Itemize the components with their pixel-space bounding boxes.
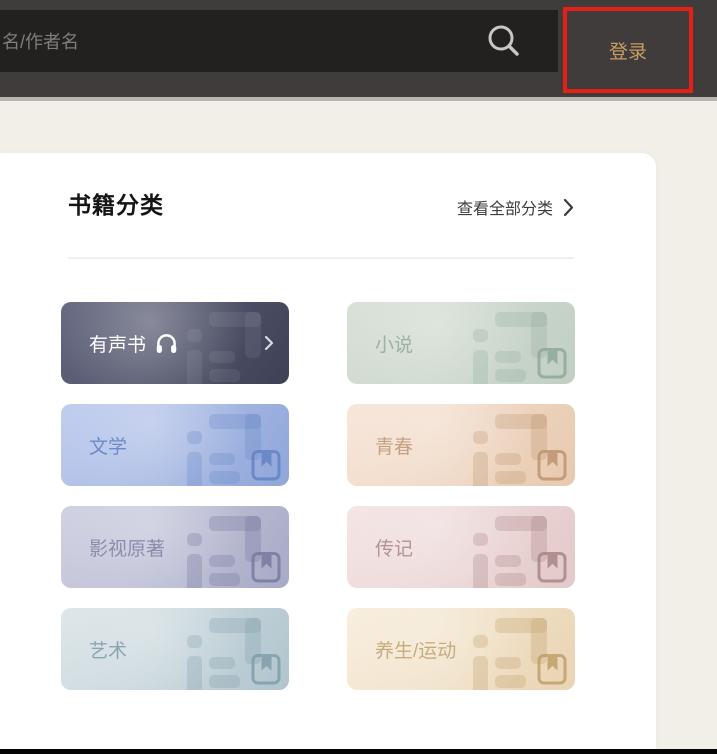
page: 名/作者名 登录 书籍分类 查看全部分类 有声书 小说文学 青春影视原著 传记艺术 养生… bbox=[0, 0, 717, 754]
category-card-film-tv-original[interactable]: 影视原著 bbox=[61, 506, 289, 588]
category-card-youth[interactable]: 青春 bbox=[347, 404, 575, 486]
ireader-logo-watermark bbox=[187, 312, 275, 384]
category-card-literature[interactable]: 文学 bbox=[61, 404, 289, 486]
category-label: 有声书 bbox=[89, 330, 146, 357]
category-card-art[interactable]: 艺术 bbox=[61, 608, 289, 690]
section-divider bbox=[68, 257, 574, 259]
category-card-audiobook[interactable]: 有声书 bbox=[61, 302, 289, 384]
book-corner-icon bbox=[251, 550, 281, 583]
search-placeholder-text: 名/作者名 bbox=[0, 28, 79, 54]
category-card-biography[interactable]: 传记 bbox=[347, 506, 575, 588]
category-card-health-sports[interactable]: 养生/运动 bbox=[347, 608, 575, 690]
chevron-right-icon bbox=[563, 198, 574, 217]
book-corner-icon bbox=[251, 448, 281, 481]
book-corner-icon bbox=[537, 448, 567, 481]
category-label: 传记 bbox=[375, 534, 413, 561]
category-label: 小说 bbox=[375, 330, 413, 357]
header-bar: 名/作者名 登录 bbox=[0, 0, 717, 97]
section-title: 书籍分类 bbox=[68, 186, 164, 220]
book-corner-icon bbox=[537, 346, 567, 379]
category-label: 青春 bbox=[375, 432, 413, 459]
search-icon[interactable] bbox=[486, 23, 522, 59]
category-label: 影视原著 bbox=[89, 534, 165, 561]
category-label: 艺术 bbox=[89, 636, 127, 663]
book-corner-icon bbox=[537, 550, 567, 583]
view-all-label: 查看全部分类 bbox=[457, 195, 553, 219]
category-grid: 有声书 小说文学 青春影视原著 传记艺术 养生/运动 bbox=[61, 302, 575, 690]
search-input[interactable]: 名/作者名 bbox=[0, 10, 558, 72]
category-card-novel[interactable]: 小说 bbox=[347, 302, 575, 384]
login-button[interactable]: 登录 bbox=[565, 9, 691, 91]
screenshot-bottom-border bbox=[0, 749, 717, 754]
book-corner-icon bbox=[537, 652, 567, 685]
book-categories-panel: 书籍分类 查看全部分类 有声书 小说文学 青春影视原著 传记艺术 养生/运动 bbox=[0, 153, 656, 749]
card-chevron-icon bbox=[264, 335, 274, 351]
category-label: 文学 bbox=[89, 432, 127, 459]
content-area: 书籍分类 查看全部分类 有声书 小说文学 青春影视原著 传记艺术 养生/运动 bbox=[0, 101, 717, 749]
book-corner-icon bbox=[251, 652, 281, 685]
category-label: 养生/运动 bbox=[375, 636, 456, 663]
view-all-categories-link[interactable]: 查看全部分类 bbox=[457, 195, 574, 219]
headphones-icon bbox=[155, 333, 178, 354]
